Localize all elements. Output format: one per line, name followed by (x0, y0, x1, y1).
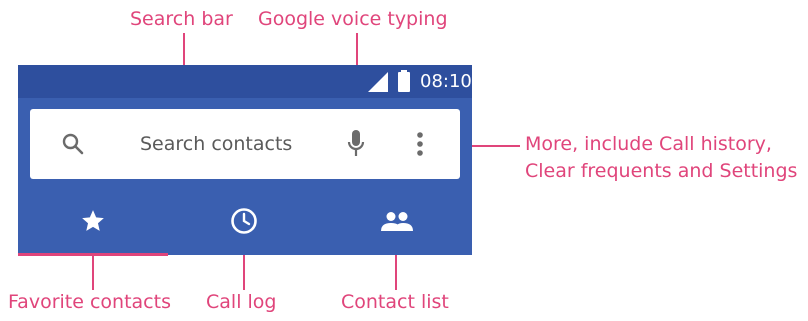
tab-call-log[interactable] (168, 195, 322, 253)
status-bar: 08:10 (18, 65, 472, 98)
signal-icon (368, 72, 388, 92)
tab-contacts[interactable] (322, 195, 472, 253)
annotation-more-line1: More, include Call history, (525, 133, 772, 155)
annotation-voice-typing: Google voice typing (258, 8, 448, 30)
annotation-contact-list: Contact list (341, 291, 449, 313)
search-input[interactable]: Search contacts (140, 133, 292, 155)
search-bar[interactable]: Search contacts (30, 109, 460, 179)
star-icon (82, 210, 104, 231)
annotation-more-line2: Clear frequents and Settings (525, 160, 798, 182)
battery-icon (398, 70, 410, 92)
selected-tab-indicator (18, 253, 168, 256)
annotation-call-log: Call log (206, 291, 277, 313)
status-time: 08:10 (420, 71, 472, 92)
dialer-app-bar: 08:10 Search contacts (18, 65, 472, 256)
microphone-icon[interactable] (346, 129, 366, 159)
annotation-search-bar: Search bar (130, 8, 233, 30)
annotation-favorites: Favorite contacts (8, 291, 171, 313)
search-icon[interactable] (62, 133, 84, 155)
people-icon (381, 212, 413, 231)
clock-icon (231, 208, 257, 234)
tab-favorites[interactable] (18, 195, 168, 253)
more-vert-icon[interactable] (416, 131, 424, 157)
